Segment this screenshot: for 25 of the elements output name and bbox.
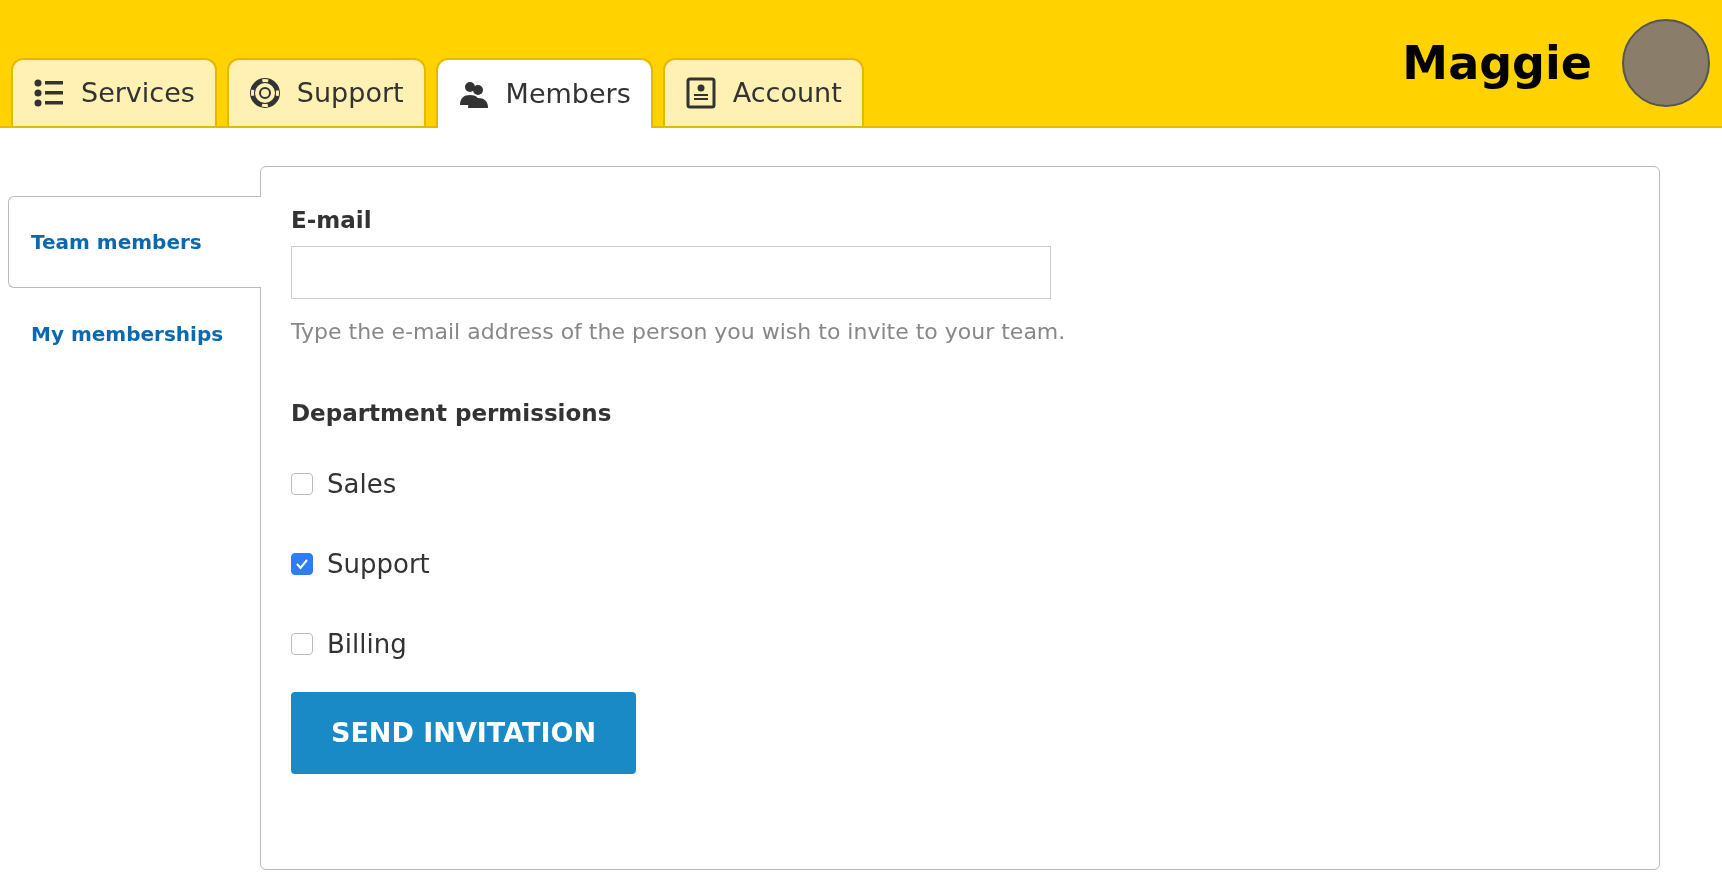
section-heading: Department permissions bbox=[291, 398, 613, 428]
checkbox[interactable] bbox=[291, 473, 313, 495]
sidebar-tab[interactable]: Team members bbox=[8, 196, 261, 288]
nav-tab[interactable]: Account bbox=[662, 58, 864, 126]
contact-card-icon bbox=[684, 77, 717, 109]
sidebar-tab[interactable]: My memberships bbox=[8, 288, 260, 380]
nav-tab[interactable]: Services bbox=[11, 58, 217, 126]
checkbox-label: Support bbox=[327, 547, 430, 581]
field-label: E-mail bbox=[291, 206, 373, 235]
checkbox-label: Sales bbox=[327, 467, 397, 501]
checkbox[interactable] bbox=[291, 553, 313, 575]
tab-label: Support bbox=[296, 75, 404, 110]
email-input-field[interactable] bbox=[291, 245, 1051, 299]
nav-tab[interactable]: Members bbox=[435, 58, 653, 128]
nav-tab[interactable]: Support bbox=[226, 58, 426, 126]
list-icon bbox=[33, 77, 65, 109]
tab-label: Account bbox=[732, 75, 842, 110]
send-invitation-button[interactable]: SEND INVITATION bbox=[291, 692, 636, 774]
checkbox[interactable] bbox=[291, 633, 313, 655]
tab-label: Members bbox=[505, 76, 631, 111]
help-text: Type the e-mail address of the person you wish to invite to your team. bbox=[291, 317, 1067, 346]
lifebuoy-icon bbox=[248, 77, 281, 109]
user-name: Maggie bbox=[1402, 34, 1592, 92]
tab-label: Services bbox=[81, 75, 195, 110]
checkbox-label: Billing bbox=[327, 627, 407, 661]
